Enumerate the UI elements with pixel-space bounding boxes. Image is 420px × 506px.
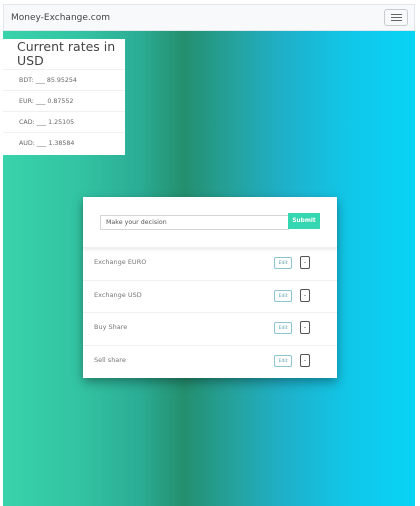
rates-title: Current rates in USD: [17, 39, 116, 68]
delete-button[interactable]: -: [300, 256, 310, 269]
rate-row-aud: AUD: ___ 1.38584: [3, 132, 125, 153]
navbar: Money-Exchange.com: [3, 4, 415, 31]
rate-row-bdt: BDT: ___ 85.95254: [3, 69, 125, 90]
rates-panel: Current rates in USD BDT: ___ 85.95254 E…: [3, 39, 125, 155]
list-item: Exchange USD Edit -: [83, 280, 337, 312]
list-item-label: Buy Share: [94, 323, 128, 331]
edit-button[interactable]: Edit: [274, 257, 292, 269]
decision-card: Submit Exchange EURO Edit - Exchange USD…: [83, 197, 337, 378]
list-item: Exchange EURO Edit -: [83, 247, 337, 279]
submit-button[interactable]: Submit: [288, 213, 320, 229]
list-item-label: Sell share: [94, 356, 126, 364]
list-item: Buy Share Edit -: [83, 312, 337, 344]
delete-button[interactable]: -: [300, 354, 310, 367]
decision-form: Submit: [83, 197, 337, 248]
edit-button[interactable]: Edit: [274, 355, 292, 367]
delete-button[interactable]: -: [300, 321, 310, 334]
rate-row-cad: CAD: ___ 1.25105: [3, 111, 125, 132]
edit-button[interactable]: Edit: [274, 290, 292, 302]
list-item-label: Exchange USD: [94, 291, 142, 299]
hamburger-icon: [390, 14, 402, 15]
list-item-label: Exchange EURO: [94, 258, 147, 266]
decision-input[interactable]: [100, 215, 289, 230]
edit-button[interactable]: Edit: [274, 322, 292, 334]
brand-link[interactable]: Money-Exchange.com: [11, 13, 110, 23]
rate-row-eur: EUR: ___ 0.87552: [3, 90, 125, 111]
delete-button[interactable]: -: [300, 289, 310, 302]
list-item: Sell share Edit -: [83, 345, 337, 377]
menu-toggle-button[interactable]: [384, 9, 408, 26]
